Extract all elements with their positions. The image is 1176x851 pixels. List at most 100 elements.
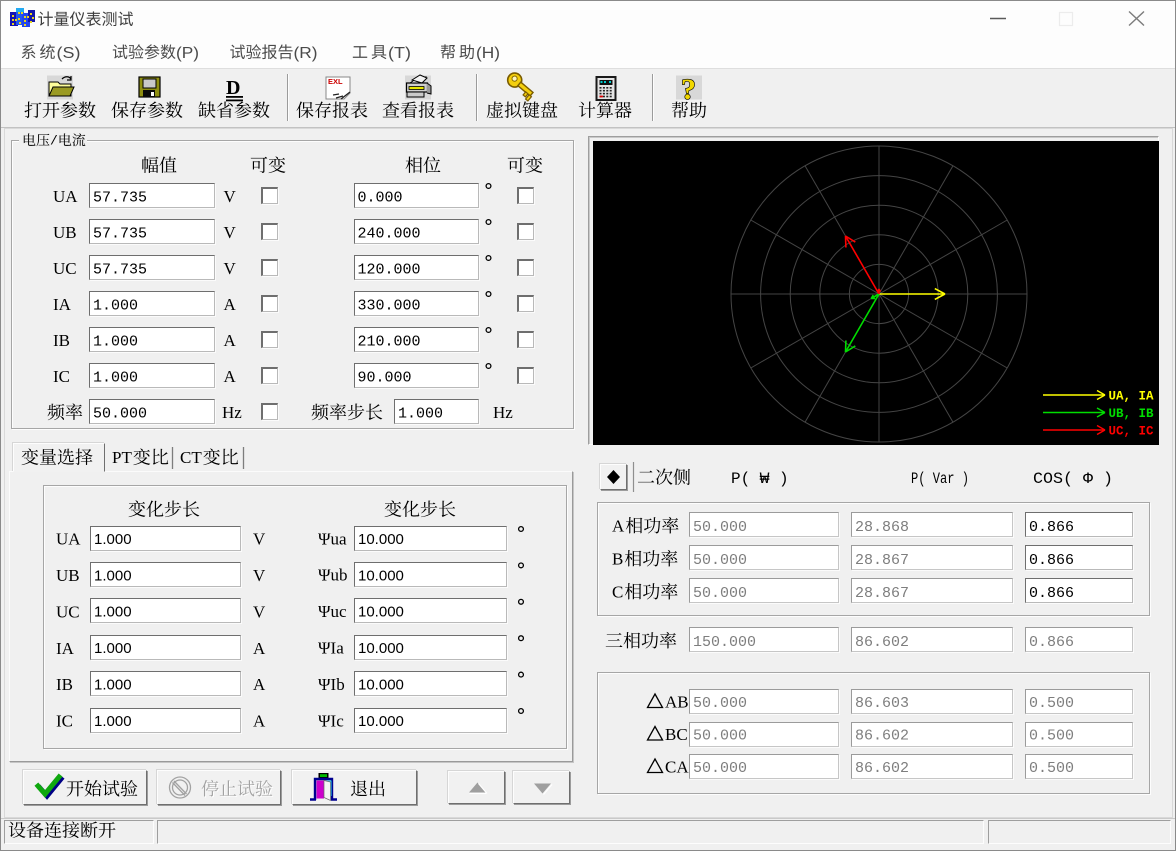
svg-text:?: ? bbox=[681, 73, 696, 106]
svg-text:50.000: 50.000 bbox=[693, 585, 747, 602]
svg-text:120.000: 120.000 bbox=[358, 261, 421, 278]
svg-text:V: V bbox=[253, 530, 266, 549]
svg-text:(T): (T) bbox=[388, 45, 411, 62]
svg-text:86.602: 86.602 bbox=[855, 727, 909, 744]
svg-text:C: C bbox=[612, 583, 623, 602]
svg-text:Hz: Hz bbox=[493, 403, 513, 422]
svg-text:V: V bbox=[224, 223, 237, 242]
svg-text:10.000: 10.000 bbox=[358, 640, 404, 657]
svg-text:0.866: 0.866 bbox=[1029, 519, 1074, 536]
svg-text:86.603: 86.603 bbox=[855, 695, 909, 712]
svg-text:A: A bbox=[253, 675, 266, 694]
svg-text:UA, IA: UA, IA bbox=[1109, 389, 1155, 403]
svg-text:57.735: 57.735 bbox=[93, 225, 147, 242]
svg-text:90.000: 90.000 bbox=[358, 369, 412, 386]
svg-text:0.500: 0.500 bbox=[1029, 760, 1074, 777]
svg-text:1.000: 1.000 bbox=[93, 297, 138, 314]
svg-text:0.866: 0.866 bbox=[1029, 552, 1074, 569]
svg-text:V: V bbox=[224, 187, 237, 206]
svg-text:B: B bbox=[612, 550, 623, 569]
svg-text:(R): (R) bbox=[294, 45, 318, 62]
svg-text:PT: PT bbox=[112, 448, 132, 467]
svg-text:10.000: 10.000 bbox=[358, 713, 404, 730]
svg-text:A: A bbox=[253, 639, 266, 658]
svg-text:Hz: Hz bbox=[222, 403, 242, 422]
svg-text:UB: UB bbox=[53, 223, 77, 242]
svg-text:CT: CT bbox=[180, 448, 202, 467]
svg-text:IC: IC bbox=[56, 712, 73, 731]
svg-text:0.866: 0.866 bbox=[1029, 634, 1074, 651]
svg-text:A: A bbox=[224, 331, 237, 350]
svg-text:50.000: 50.000 bbox=[693, 760, 747, 777]
svg-text:UC: UC bbox=[56, 602, 80, 621]
svg-text:V: V bbox=[253, 566, 266, 585]
svg-text:50.000: 50.000 bbox=[693, 695, 747, 712]
svg-text:P( Var ): P( Var ) bbox=[911, 470, 969, 488]
svg-text:1.000: 1.000 bbox=[93, 333, 138, 350]
svg-text:IB: IB bbox=[56, 675, 73, 694]
svg-text:ΨIb: ΨIb bbox=[318, 675, 345, 694]
svg-text:50.000: 50.000 bbox=[693, 519, 747, 536]
svg-text:330.000: 330.000 bbox=[358, 297, 421, 314]
svg-text:86.602: 86.602 bbox=[855, 634, 909, 651]
svg-text:CA: CA bbox=[665, 758, 689, 777]
svg-text:10.000: 10.000 bbox=[358, 567, 404, 584]
svg-text:Ψua: Ψua bbox=[318, 529, 347, 548]
svg-text:10.000: 10.000 bbox=[358, 677, 404, 694]
svg-text:57.735: 57.735 bbox=[93, 261, 147, 278]
svg-text:1.000: 1.000 bbox=[94, 640, 132, 657]
svg-text:A: A bbox=[612, 517, 625, 536]
svg-text:UA: UA bbox=[56, 530, 81, 549]
svg-text:IA: IA bbox=[53, 295, 72, 314]
svg-text:0.500: 0.500 bbox=[1029, 727, 1074, 744]
svg-text:240.000: 240.000 bbox=[358, 225, 421, 242]
svg-text:IB: IB bbox=[53, 331, 70, 350]
svg-text:150.000: 150.000 bbox=[693, 634, 756, 651]
svg-text:28.867: 28.867 bbox=[855, 585, 909, 602]
svg-text:(H): (H) bbox=[476, 45, 500, 62]
svg-text:(P): (P) bbox=[176, 45, 199, 62]
svg-text:50.000: 50.000 bbox=[693, 552, 747, 569]
svg-text:50.000: 50.000 bbox=[93, 405, 147, 422]
svg-text:V: V bbox=[224, 259, 237, 278]
svg-text:COS( Φ ): COS( Φ ) bbox=[1033, 470, 1113, 488]
svg-text:1.000: 1.000 bbox=[93, 369, 138, 386]
svg-text:50.000: 50.000 bbox=[693, 727, 747, 744]
svg-text:AB: AB bbox=[665, 693, 689, 712]
svg-text:86.602: 86.602 bbox=[855, 760, 909, 777]
svg-text:0.000: 0.000 bbox=[358, 189, 403, 206]
svg-text:ΨIa: ΨIa bbox=[318, 639, 344, 658]
svg-text:P( ₩ ): P( ₩ ) bbox=[731, 470, 789, 488]
svg-text:(S): (S) bbox=[57, 45, 81, 62]
svg-text:0.500: 0.500 bbox=[1029, 695, 1074, 712]
svg-text:ΨIc: ΨIc bbox=[318, 711, 344, 730]
svg-text:28.867: 28.867 bbox=[855, 552, 909, 569]
svg-text:0.866: 0.866 bbox=[1029, 585, 1074, 602]
svg-text:A: A bbox=[224, 367, 237, 386]
svg-text:1.000: 1.000 bbox=[94, 531, 132, 548]
svg-text:EXL: EXL bbox=[328, 77, 343, 86]
svg-text:210.000: 210.000 bbox=[358, 333, 421, 350]
svg-text:UC: UC bbox=[53, 259, 77, 278]
svg-text:57.735: 57.735 bbox=[93, 189, 147, 206]
svg-text:UB, IB: UB, IB bbox=[1109, 407, 1155, 421]
svg-text:A: A bbox=[224, 295, 237, 314]
svg-text:1.000: 1.000 bbox=[94, 567, 132, 584]
svg-text:V: V bbox=[253, 602, 266, 621]
svg-text:UA: UA bbox=[53, 187, 78, 206]
svg-text:IC: IC bbox=[53, 367, 70, 386]
svg-text:BC: BC bbox=[665, 725, 688, 744]
svg-text:Ψub: Ψub bbox=[318, 566, 348, 585]
svg-text:1.000: 1.000 bbox=[398, 405, 443, 422]
svg-text:IA: IA bbox=[56, 639, 75, 658]
svg-text:D: D bbox=[226, 77, 240, 99]
svg-text:1.000: 1.000 bbox=[94, 677, 132, 694]
svg-text:A: A bbox=[253, 712, 266, 731]
svg-text:10.000: 10.000 bbox=[358, 604, 404, 621]
svg-text:1.000: 1.000 bbox=[94, 604, 132, 621]
svg-text:Ψuc: Ψuc bbox=[318, 602, 347, 621]
svg-text:UB: UB bbox=[56, 566, 80, 585]
svg-text:28.868: 28.868 bbox=[855, 519, 909, 536]
svg-text:10.000: 10.000 bbox=[358, 531, 404, 548]
svg-text:/: / bbox=[50, 134, 58, 149]
